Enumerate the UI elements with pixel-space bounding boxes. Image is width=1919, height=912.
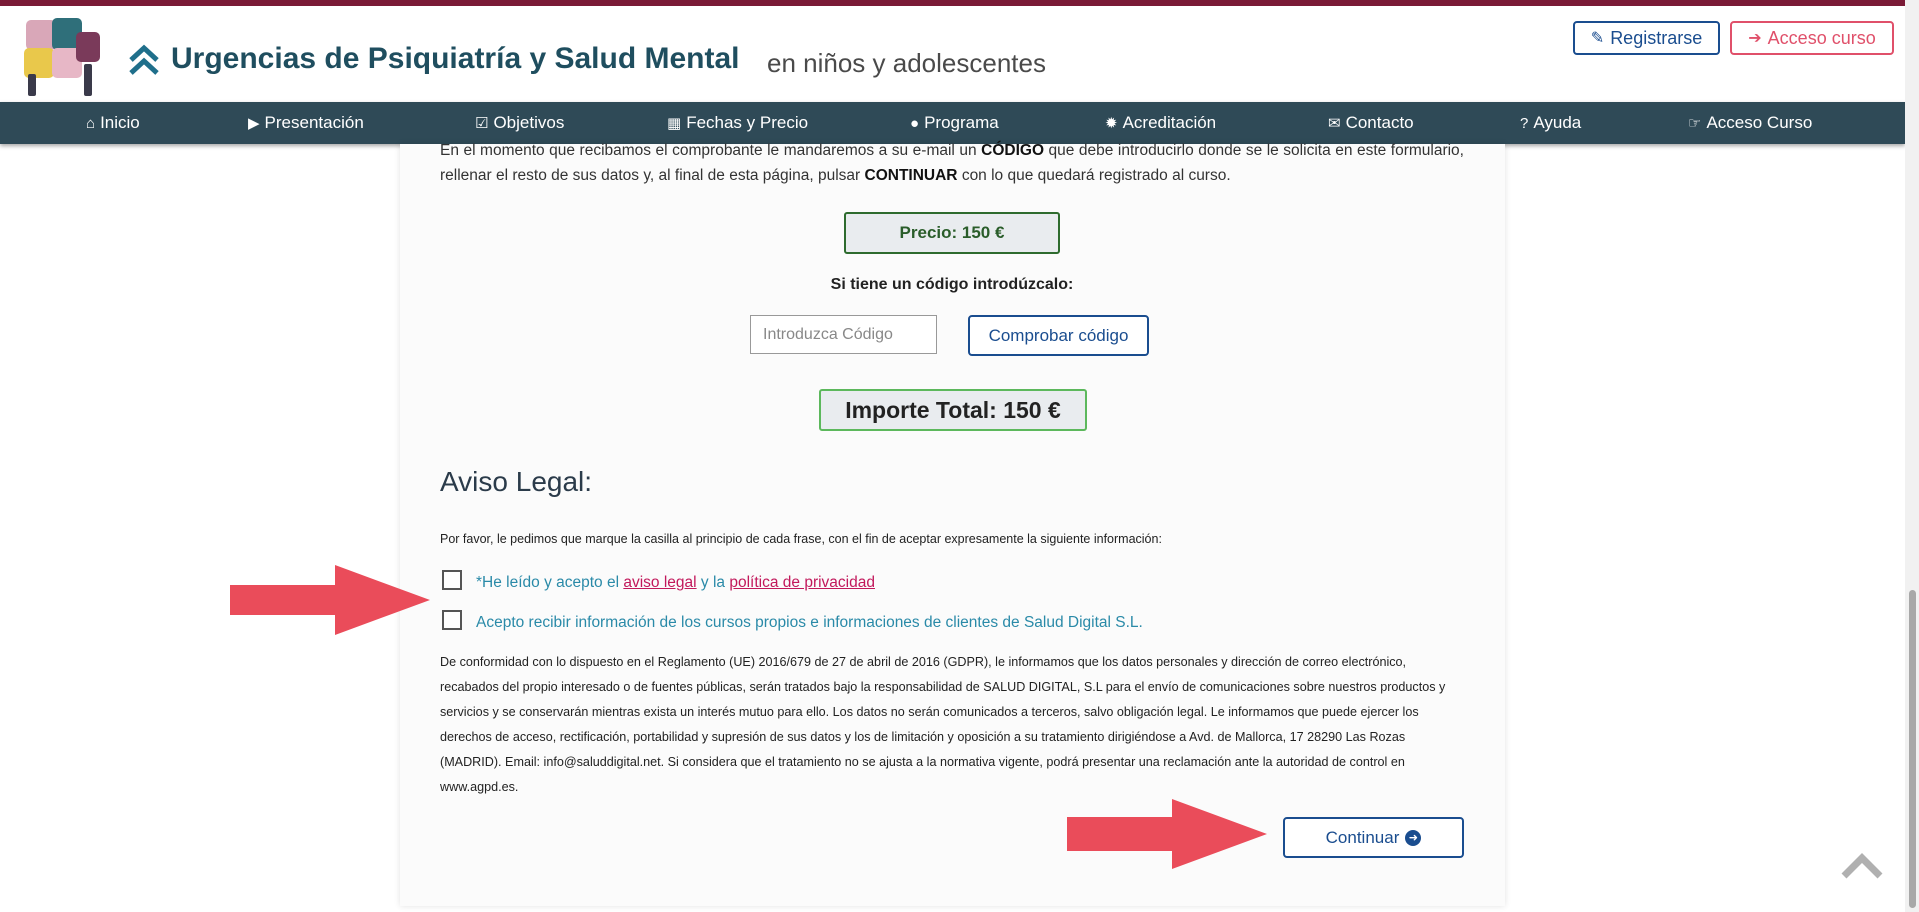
nav-item-presentacion[interactable]: ▶ Presentación: [248, 102, 364, 144]
nav-item-label: Fechas y Precio: [686, 113, 809, 132]
video-camera-icon: ▶: [248, 115, 260, 132]
certificate-icon: ✹: [1105, 115, 1118, 132]
nav-item-label: Presentación: [264, 113, 364, 132]
pencil-icon: ✎: [1590, 30, 1605, 47]
privacy-policy-link[interactable]: política de privacidad: [729, 574, 875, 591]
nav-item-label: Contacto: [1345, 113, 1414, 132]
intro-text: En el momento que recibamos el comproban…: [440, 142, 977, 159]
site-title[interactable]: Urgencias de Psiquiatría y Salud Mental: [171, 42, 740, 76]
nav-item-label: Acceso Curso: [1706, 113, 1813, 132]
intro-bold-continue: CONTINUAR: [864, 167, 958, 184]
nav-item-label: Acreditación: [1122, 113, 1217, 132]
total-amount-box: Importe Total: 150 €: [819, 389, 1087, 431]
nav-item-acceso-curso[interactable]: ☞ Acceso Curso: [1688, 102, 1812, 144]
calendar-icon: ▦: [667, 115, 682, 132]
home-icon: ⌂: [86, 114, 96, 132]
site-subtitle: en niños y adolescentes: [767, 48, 1046, 78]
course-access-button-label: Acceso curso: [1767, 27, 1876, 48]
user-icon: ●: [910, 114, 920, 132]
legal-instructions: Por favor, le pedimos que marque la casi…: [440, 532, 1162, 546]
intro-paragraph: En el momento que recibamos el comproban…: [440, 138, 1464, 188]
double-chevron-up-icon: [129, 44, 159, 75]
arrow-circle-right-icon: ➜: [1405, 829, 1422, 846]
sign-in-icon: ➔: [1748, 30, 1762, 47]
annotation-arrow-continue: [1067, 799, 1267, 869]
scrollbar-thumb[interactable]: [1909, 590, 1916, 908]
intro-bold-code: CÓDIGO: [981, 142, 1045, 159]
hand-pointer-icon: ☞: [1688, 115, 1702, 132]
code-prompt: Si tiene un código introdúzcalo:: [830, 276, 1074, 293]
continue-button[interactable]: Continuar ➜: [1283, 817, 1464, 858]
nav-item-label: Ayuda: [1533, 113, 1582, 132]
legal-consent-label: *He leído y acepto el aviso legal y la p…: [476, 574, 875, 592]
marketing-consent-label: Acepto recibir información de los cursos…: [476, 614, 1143, 631]
code-input[interactable]: [750, 315, 937, 354]
legal-notice-title: Aviso Legal:: [440, 466, 593, 497]
envelope-icon: ✉: [1328, 115, 1341, 132]
legal-notice-link[interactable]: aviso legal: [623, 574, 696, 591]
annotation-arrow-checkbox: [230, 565, 430, 635]
puzzle-logo[interactable]: [18, 14, 106, 98]
price-box: Precio: 150 €: [844, 212, 1060, 254]
register-button[interactable]: ✎ Registrarse: [1573, 21, 1720, 55]
nav-item-label: Objetivos: [493, 113, 565, 132]
consent-text: y la: [700, 574, 726, 591]
legal-consent-checkbox[interactable]: [442, 570, 462, 590]
intro-text: con lo que quedará registrado al curso.: [961, 167, 1231, 184]
checkbox-icon: ☑: [475, 115, 489, 132]
course-access-button[interactable]: ➔ Acceso curso: [1730, 21, 1894, 55]
site-header: Urgencias de Psiquiatría y Salud Mental …: [0, 6, 1919, 102]
consent-text: *He leído y acepto el: [476, 574, 620, 591]
nav-item-label: Programa: [924, 113, 999, 132]
nav-item-ayuda[interactable]: ? Ayuda: [1520, 102, 1581, 144]
check-code-button[interactable]: Comprobar código: [968, 315, 1149, 356]
nav-item-label: Inicio: [100, 113, 140, 132]
continue-button-label: Continuar: [1325, 827, 1400, 847]
marketing-consent-checkbox[interactable]: [442, 610, 462, 630]
question-circle-icon: ?: [1520, 114, 1529, 132]
gdpr-notice: De conformidad con lo dispuesto en el Re…: [440, 655, 1446, 794]
nav-item-inicio[interactable]: ⌂ Inicio: [86, 102, 140, 144]
register-button-label: Registrarse: [1610, 27, 1703, 48]
scroll-to-top-icon[interactable]: [1838, 848, 1886, 882]
